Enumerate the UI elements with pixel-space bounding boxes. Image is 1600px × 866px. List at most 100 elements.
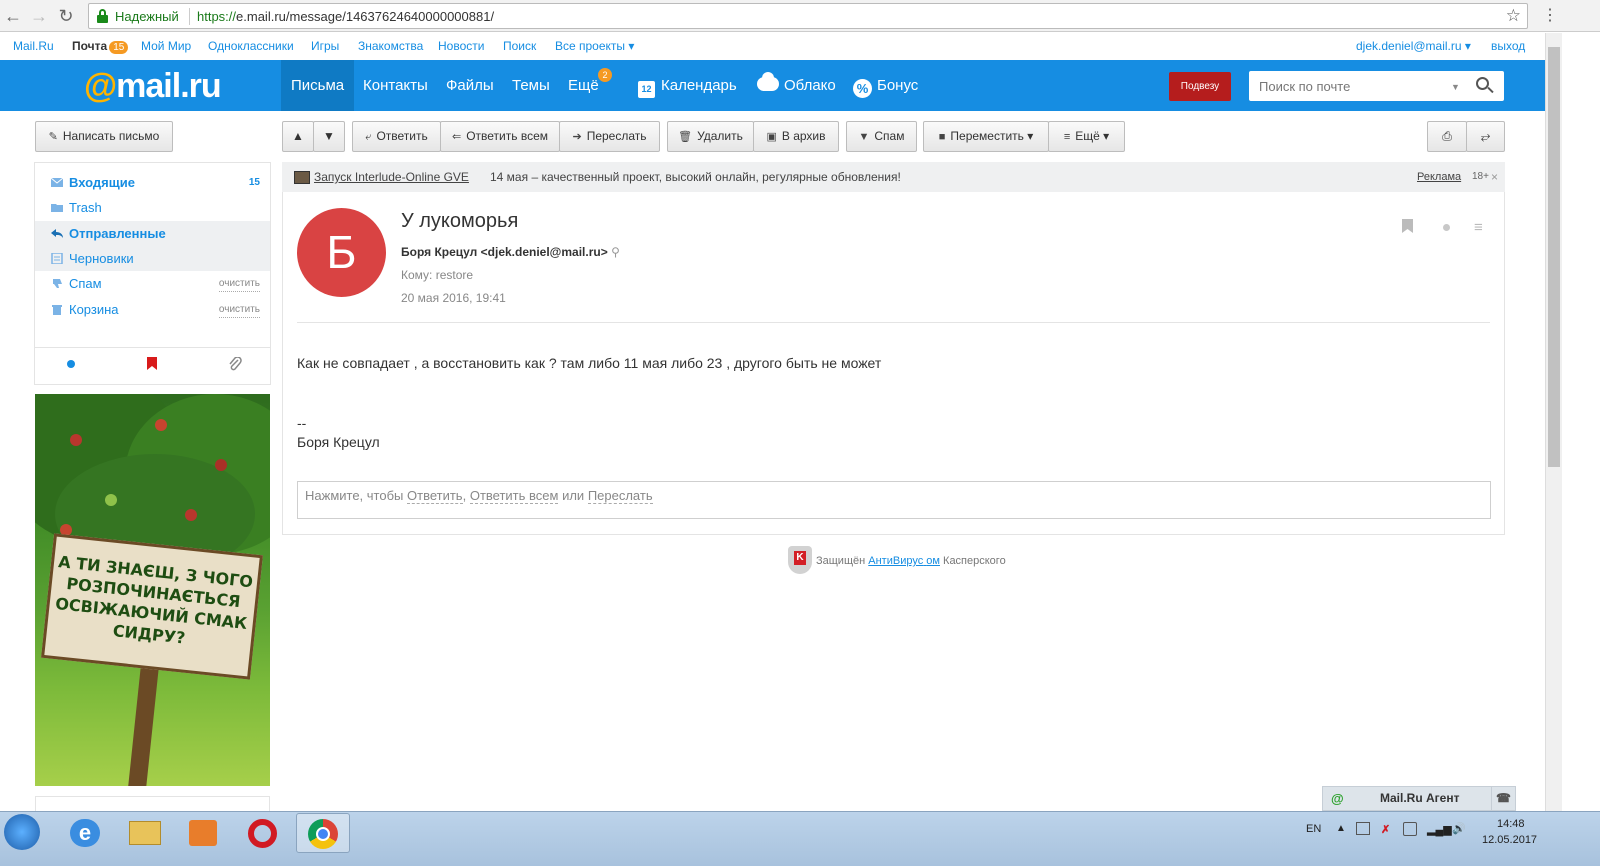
ad-sign-text: А ТИ ЗНАЄШ, З ЧОГО РОЗПОЧИНАЄТЬСЯ ОСВІЖА… <box>54 552 254 648</box>
message-menu-icon[interactable]: ≡ <box>1474 219 1483 236</box>
clock-date[interactable]: 12.05.2017 <box>1482 834 1537 846</box>
user-account-menu[interactable]: djek.deniel@mail.ru ▾ <box>1356 39 1471 53</box>
portal-link-all-projects[interactable]: Все проекты ▾ <box>555 39 634 53</box>
media-player-taskbar-icon[interactable] <box>176 813 230 853</box>
reload-icon[interactable]: ↻ <box>55 5 77 27</box>
mailru-logo[interactable]: @mail.ru <box>84 67 222 106</box>
folder-inbox[interactable]: Входящие 15 <box>35 170 270 195</box>
nav-contacts[interactable]: Контакты <box>353 60 438 111</box>
compose-button[interactable]: ✎ Написать письмо <box>35 121 173 152</box>
nav-letters[interactable]: Письма <box>281 60 355 111</box>
folder-icon: ■ <box>938 131 946 143</box>
flag-filter-icon[interactable] <box>147 357 157 370</box>
spam-button[interactable]: ▼ Спам <box>846 121 917 152</box>
attachment-filter-icon[interactable] <box>228 357 242 371</box>
bookmark-star-icon[interactable]: ☆ <box>1506 6 1521 26</box>
folder-spam[interactable]: Спам очистить <box>35 271 270 296</box>
nav-calendar[interactable]: 12 Календарь <box>628 60 747 111</box>
unread-filter-icon[interactable] <box>67 360 75 368</box>
agent-label: Mail.Ru Агент <box>1380 791 1460 805</box>
fullscreen-button[interactable]: ⥂ <box>1466 121 1505 152</box>
portal-link-news[interactable]: Новости <box>438 39 484 53</box>
close-icon[interactable]: × <box>1491 162 1498 192</box>
reply-all-button[interactable]: ⇐ Ответить всем <box>440 121 560 152</box>
mailru-agent-bar[interactable]: @ Mail.Ru Агент ☎ <box>1322 786 1516 811</box>
arrow-down-icon: ▼ <box>323 129 335 143</box>
folder-icon <box>51 204 63 212</box>
opera-taskbar-icon[interactable] <box>236 813 290 853</box>
clock-time[interactable]: 14:48 <box>1497 818 1525 830</box>
portal-link-ok[interactable]: Одноклассники <box>208 39 294 53</box>
promo-button[interactable]: Подвезу <box>1169 72 1231 101</box>
print-button[interactable]: ⎙ <box>1427 121 1467 152</box>
search-icon[interactable]: ⚲ <box>611 245 620 259</box>
scrollbar-thumb[interactable] <box>1548 47 1560 467</box>
ad-label[interactable]: Реклама <box>1417 162 1461 192</box>
quick-forward-link[interactable]: Переслать <box>587 488 653 504</box>
message-divider <box>297 322 1490 323</box>
chevron-down-icon[interactable]: ▼ <box>1451 82 1460 92</box>
quick-reply-link[interactable]: Ответить <box>407 488 463 504</box>
volume-icon[interactable]: 🔊 <box>1452 822 1466 835</box>
clear-bin-link[interactable]: очистить <box>218 303 260 318</box>
next-message-button[interactable]: ▼ <box>313 121 345 152</box>
folder-trash-custom[interactable]: Trash <box>35 195 270 220</box>
signal-icon[interactable]: ▂▄▆ <box>1427 823 1452 836</box>
portal-link-games[interactable]: Игры <box>311 39 339 53</box>
delete-button[interactable]: 🗑 Удалить <box>667 121 754 152</box>
language-indicator[interactable]: EN <box>1306 823 1321 835</box>
prev-message-button[interactable]: ▲ <box>282 121 314 152</box>
portal-link-moymir[interactable]: Мой Мир <box>141 39 191 53</box>
nav-bonus[interactable]: % Бонус <box>843 60 928 111</box>
logout-link[interactable]: выход <box>1491 39 1525 53</box>
browser-menu-icon[interactable]: ⋮ <box>1542 5 1558 25</box>
nav-cloud[interactable]: Облако <box>747 60 846 111</box>
reply-button[interactable]: ⤶ Ответить <box>352 121 441 152</box>
read-status-icon[interactable] <box>1443 224 1450 231</box>
nav-more[interactable]: Ещё 2 <box>558 60 612 111</box>
message-from[interactable]: Боря Крецул <djek.deniel@mail.ru> ⚲ <box>401 245 620 259</box>
address-bar[interactable]: Надежный https://e.mail.ru/message/14637… <box>88 3 1528 29</box>
folder-drafts[interactable]: Черновики <box>35 246 270 271</box>
sign-post <box>127 651 161 786</box>
mail-search-input[interactable] <box>1249 71 1504 101</box>
portal-link-search[interactable]: Поиск <box>503 39 536 53</box>
search-icon[interactable] <box>1474 75 1496 97</box>
start-button-icon[interactable] <box>4 814 40 850</box>
ad-line: Запуск Interlude-Online GVE 14 мая – кач… <box>282 162 1505 192</box>
explorer-taskbar-icon[interactable] <box>118 813 172 853</box>
move-button[interactable]: ■ Переместить ▾ <box>923 121 1049 152</box>
ad-link[interactable]: Запуск Interlude-Online GVE <box>314 162 469 192</box>
back-arrow-icon[interactable]: ← <box>2 5 24 27</box>
network-icon[interactable] <box>1356 822 1370 835</box>
nav-files[interactable]: Файлы <box>436 60 504 111</box>
ie-taskbar-icon[interactable]: e <box>58 813 112 853</box>
phone-icon[interactable]: ☎ <box>1491 787 1515 810</box>
device-icon[interactable] <box>1403 822 1417 836</box>
reply-all-icon: ⇐ <box>451 131 462 143</box>
archive-button[interactable]: ▣ В архив <box>753 121 839 152</box>
more-button[interactable]: ≡ Ещё ▾ <box>1048 121 1125 152</box>
forward-arrow-icon[interactable]: → <box>28 5 50 27</box>
signature-name: Боря Крецул <box>297 434 380 450</box>
portal-link-mailru[interactable]: Mail.Ru <box>13 39 54 53</box>
folder-sent[interactable]: Отправленные <box>35 221 270 246</box>
page-scrollbar[interactable] <box>1545 33 1562 811</box>
game-icon <box>294 171 310 184</box>
antivirus-link[interactable]: АнтиВирус ом <box>868 555 940 567</box>
portal-link-dating[interactable]: Знакомства <box>358 39 423 53</box>
clear-spam-link[interactable]: очистить <box>218 277 260 292</box>
ad-banner[interactable]: А ТИ ЗНАЄШ, З ЧОГО РОЗПОЧИНАЄТЬСЯ ОСВІЖА… <box>35 394 270 786</box>
sidebar-bottom-panel <box>35 796 270 811</box>
nav-themes[interactable]: Темы <box>502 60 560 111</box>
security-alert-icon[interactable]: ✗ <box>1381 823 1390 836</box>
url-text[interactable]: https://e.mail.ru/message/14637624640000… <box>197 9 494 24</box>
forward-button[interactable]: ➔ Переслать <box>559 121 660 152</box>
bookmark-flag-icon[interactable] <box>1402 219 1413 233</box>
quick-reply-all-link[interactable]: Ответить всем <box>469 488 559 504</box>
show-hidden-icons-icon[interactable]: ▲ <box>1336 823 1346 834</box>
folder-bin[interactable]: Корзина очистить <box>35 297 270 322</box>
chrome-taskbar-icon[interactable] <box>296 813 350 853</box>
quick-reply-box[interactable]: Нажмите, чтобы Ответить, Ответить всем и… <box>297 481 1491 519</box>
portal-link-pochta[interactable]: Почта 15 <box>72 39 129 54</box>
